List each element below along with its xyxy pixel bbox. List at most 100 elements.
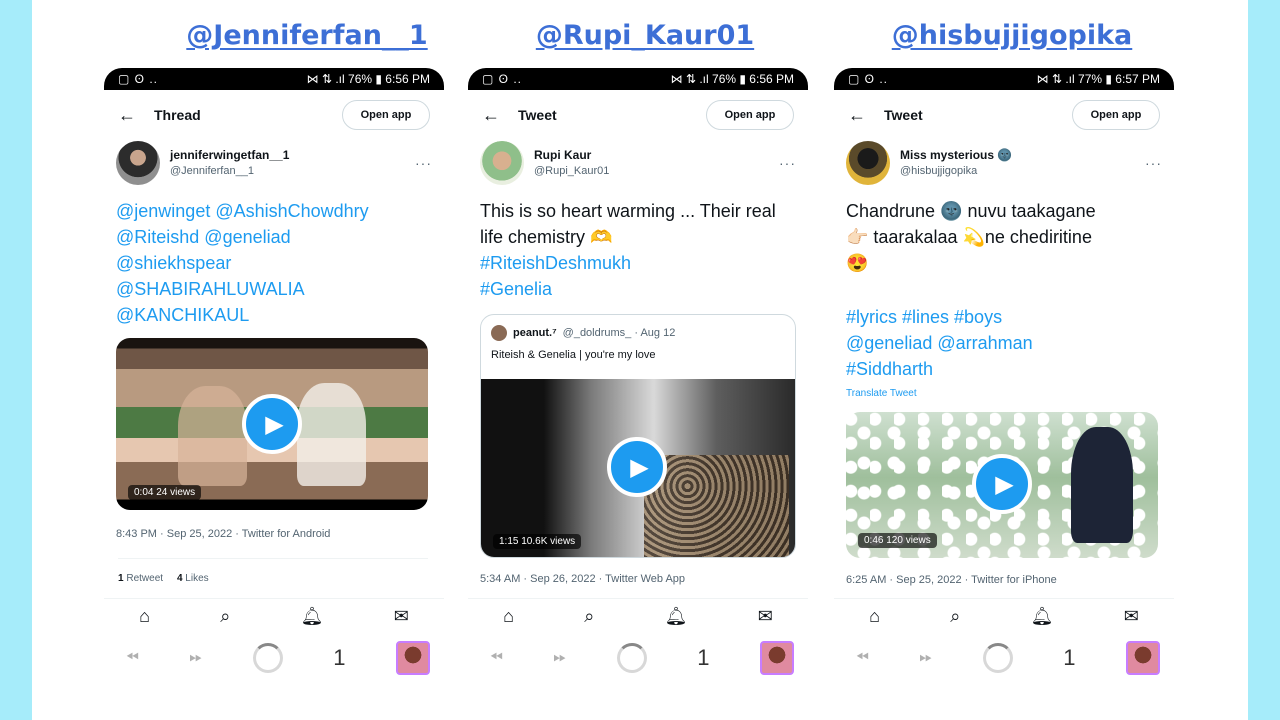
phone-screenshot-1: ▢ ʘ .. ⋈ ⇅ .ıl 76% ▮ 6:56 PM ← Thread Op…: [104, 68, 444, 688]
video-duration: 0:46: [864, 535, 884, 546]
play-icon[interactable]: ▶: [607, 437, 667, 497]
collage-board: @Jenniferfan__1 @Rupi_Kaur01 @hisbujjigo…: [32, 0, 1248, 720]
home-icon[interactable]: ⌂: [139, 606, 150, 627]
tweet-body-line: 😍: [846, 253, 869, 273]
bottom-nav: ⌂ ⌕ 🔔︎ ✉: [468, 598, 808, 634]
quoted-handle: @_doldrums_ · Aug 12: [562, 327, 676, 339]
thumbnail-avatar[interactable]: [760, 641, 794, 675]
phone-screenshot-2: ▢ ʘ .. ⋈ ⇅ .ıl 76% ▮ 6:56 PM ← Tweet Ope…: [468, 68, 808, 688]
mail-icon[interactable]: ✉: [394, 606, 409, 627]
video-views: 10.6K views: [521, 536, 576, 547]
arrow-left-icon[interactable]: ←: [848, 105, 884, 126]
username: @hisbujjigopika: [900, 165, 978, 177]
status-bar: ▢ ʘ .. ⋈ ⇅ .ıl 76% ▮ 6:56 PM: [468, 68, 808, 90]
tweet-body-line: 👉🏻 taarakalaa 💫ne chediritine: [846, 227, 1092, 247]
search-icon[interactable]: ⌕: [220, 606, 230, 627]
avatar[interactable]: [480, 141, 524, 185]
status-right: ⋈ ⇅ .ıl 77% ▮ 6:57 PM: [1036, 72, 1160, 86]
bell-icon[interactable]: 🔔︎: [665, 606, 688, 627]
username: @Rupi_Kaur01: [534, 165, 610, 177]
rewind-icon[interactable]: ⏪︎: [856, 649, 869, 667]
play-icon[interactable]: ▶: [972, 454, 1032, 514]
rewind-icon[interactable]: ⏪︎: [490, 649, 503, 667]
mention-link[interactable]: @SHABIRAHLUWALIA: [116, 276, 432, 302]
home-icon[interactable]: ⌂: [503, 606, 514, 627]
system-bar: ⏪︎ ⏩︎ 1: [104, 636, 444, 680]
like-count: 4: [176, 573, 183, 584]
open-app-button[interactable]: Open app: [706, 100, 794, 130]
mention-link[interactable]: @geneliad @arrahman: [846, 330, 1162, 356]
thumbnail-avatar[interactable]: [396, 641, 430, 675]
mention-link[interactable]: @shiekhspear: [116, 250, 432, 276]
display-name: Miss mysterious 🌚: [900, 148, 1013, 162]
forward-icon[interactable]: ⏩︎: [189, 649, 202, 667]
tweet-text: @jenwinget @AshishChowdhry @Riteishd @ge…: [116, 198, 432, 328]
mail-icon[interactable]: ✉: [1124, 606, 1139, 627]
mention-link[interactable]: @jenwinget @AshishChowdhry: [116, 198, 432, 224]
open-app-button[interactable]: Open app: [1072, 100, 1160, 130]
system-bar: ⏪︎ ⏩︎ 1: [468, 636, 808, 680]
search-icon[interactable]: ⌕: [950, 606, 960, 627]
page-number: 1: [1063, 645, 1076, 670]
thumbnail-avatar[interactable]: [1126, 641, 1160, 675]
forward-icon[interactable]: ⏩︎: [919, 649, 932, 667]
rewind-icon[interactable]: ⏪︎: [126, 649, 139, 667]
tweet-timestamp: 5:34 AM · Sep 26, 2022 · Twitter Web App: [480, 573, 686, 585]
tweet-body: This is so heart warming ... Their real …: [480, 201, 776, 247]
video-duration: 0:04: [134, 487, 154, 498]
status-left: ▢ ʘ ..: [482, 72, 523, 86]
hashtag-link[interactable]: #RiteishDeshmukh: [480, 250, 796, 276]
tweet-author[interactable]: Miss mysterious 🌚 @hisbujjigopika ···: [846, 140, 1162, 186]
hashtag-link[interactable]: #Genelia: [480, 276, 796, 302]
hashtag-link[interactable]: #lyrics #lines #boys: [846, 304, 1162, 330]
video-duration-badge: 0:04 24 views: [128, 485, 202, 500]
like-label[interactable]: Likes: [185, 573, 208, 584]
loading-spinner-icon: [252, 643, 283, 673]
mention-link[interactable]: @Riteishd @geneliad: [116, 224, 432, 250]
tweet-video[interactable]: ▶ 0:46 120 views: [846, 412, 1158, 558]
retweet-label[interactable]: Retweet: [126, 573, 163, 584]
hashtag-link[interactable]: #Siddharth: [846, 356, 1162, 382]
avatar[interactable]: [846, 141, 890, 185]
video-figure: [178, 386, 248, 486]
quoted-tweet[interactable]: peanut.⁷ @_doldrums_ · Aug 12 Riteish & …: [480, 314, 796, 558]
top-bar: ← Thread Open app: [104, 96, 444, 134]
avatar[interactable]: [116, 141, 160, 185]
play-icon[interactable]: ▶: [242, 394, 302, 454]
arrow-left-icon[interactable]: ←: [118, 105, 154, 126]
page-title: Tweet: [518, 107, 557, 123]
quoted-text: Riteish & Genelia | you're my love: [491, 349, 656, 361]
status-bar: ▢ ʘ .. ⋈ ⇅ .ıl 76% ▮ 6:56 PM: [104, 68, 444, 90]
mention-link[interactable]: @KANCHIKAUL: [116, 302, 432, 328]
tweet-author[interactable]: Rupi Kaur @Rupi_Kaur01 ···: [480, 140, 796, 186]
home-icon[interactable]: ⌂: [869, 606, 880, 627]
mail-icon[interactable]: ✉: [758, 606, 773, 627]
search-icon[interactable]: ⌕: [584, 606, 594, 627]
tweet-video[interactable]: ▶ 1:15 10.6K views: [481, 379, 795, 557]
translate-tweet-link[interactable]: Translate Tweet: [846, 388, 917, 399]
display-name: Rupi Kaur: [534, 148, 592, 162]
display-name: jenniferwingetfan__1: [170, 148, 290, 162]
video-figure: [296, 382, 366, 486]
more-options-icon[interactable]: ···: [779, 155, 796, 171]
video-duration-badge: 0:46 120 views: [858, 533, 937, 548]
quoted-tweet-header: peanut.⁷ @_doldrums_ · Aug 12: [491, 325, 675, 341]
status-left: ▢ ʘ ..: [118, 72, 159, 86]
tweet-video[interactable]: ▶ 0:04 24 views: [116, 338, 428, 510]
loading-spinner-icon: [982, 643, 1013, 673]
handle-label-1: @Jenniferfan__1: [186, 20, 428, 51]
quoted-avatar: [491, 325, 507, 341]
arrow-left-icon[interactable]: ←: [482, 105, 518, 126]
handle-label-3: @hisbujjigopika: [891, 20, 1133, 51]
forward-icon[interactable]: ⏩︎: [553, 649, 566, 667]
top-bar: ← Tweet Open app: [834, 96, 1174, 134]
bell-icon[interactable]: 🔔︎: [301, 606, 324, 627]
bell-icon[interactable]: 🔔︎: [1031, 606, 1054, 627]
tweet-author[interactable]: jenniferwingetfan__1 @Jenniferfan__1 ···: [116, 140, 432, 186]
more-options-icon[interactable]: ···: [415, 155, 432, 171]
phone-screenshot-3: ▢ ʘ .. ⋈ ⇅ .ıl 77% ▮ 6:57 PM ← Tweet Ope…: [834, 68, 1174, 688]
open-app-button[interactable]: Open app: [342, 100, 430, 130]
more-options-icon[interactable]: ···: [1145, 155, 1162, 171]
status-right: ⋈ ⇅ .ıl 76% ▮ 6:56 PM: [670, 72, 794, 86]
tweet-timestamp: 6:25 AM · Sep 25, 2022 · Twitter for iPh…: [846, 574, 1057, 586]
